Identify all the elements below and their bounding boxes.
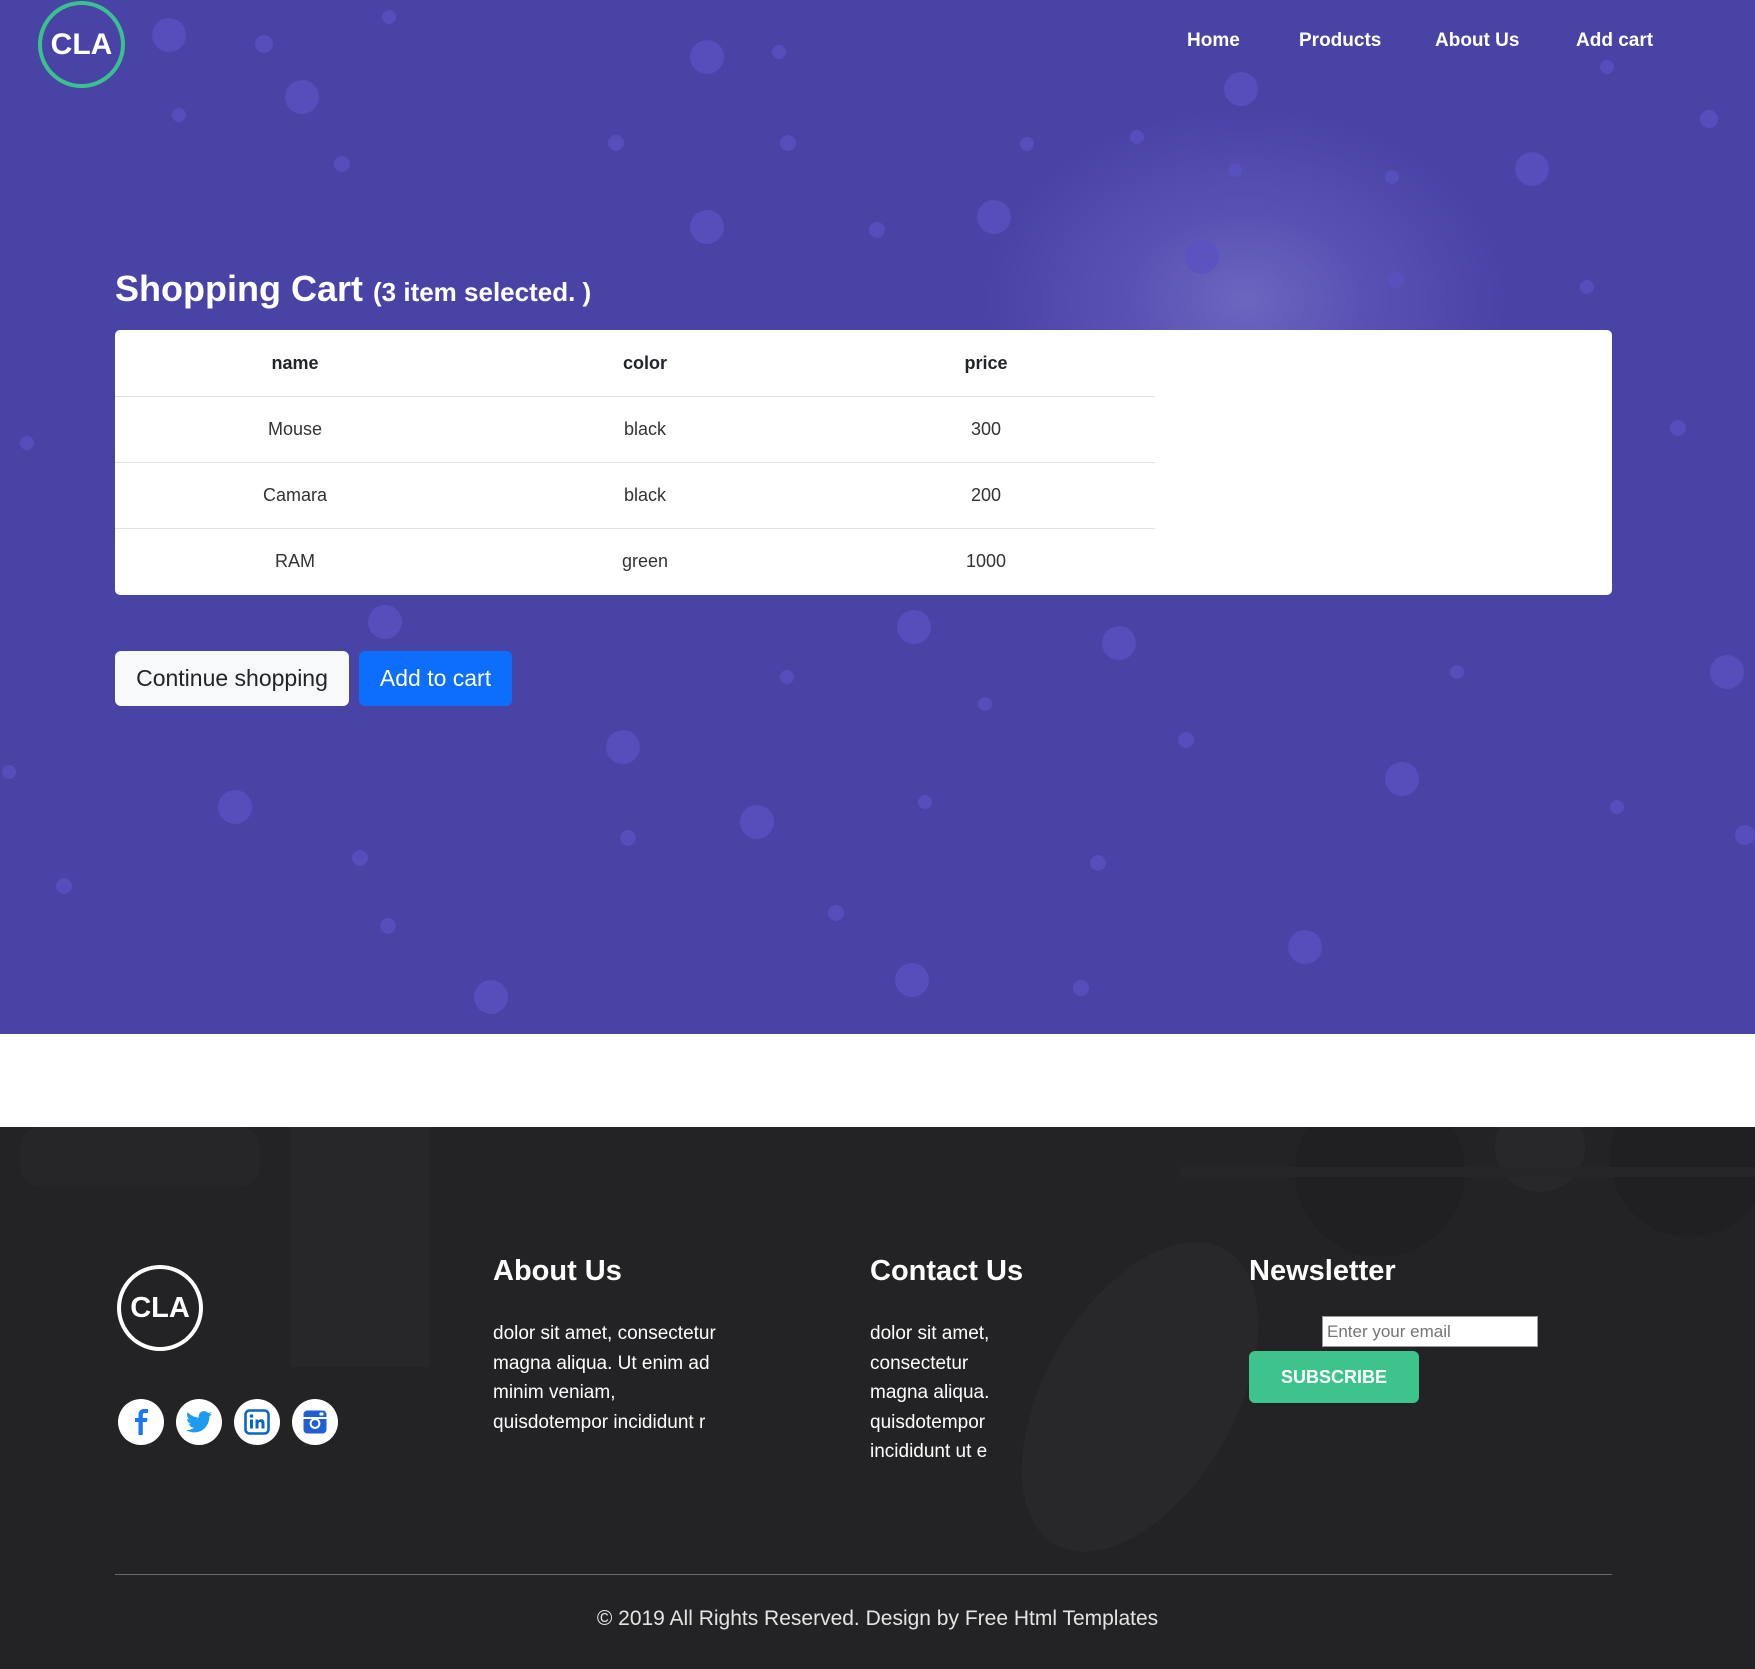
- cell-color: black: [623, 485, 667, 505]
- footer-newsletter-heading: Newsletter: [1249, 1255, 1396, 1287]
- footer-about-text: dolor sit amet, consectetur magna aliqua…: [493, 1319, 716, 1437]
- footer-about-line: minim veniam,: [493, 1382, 616, 1403]
- twitter-icon: [186, 1411, 212, 1433]
- column-header-color: color: [622, 353, 667, 373]
- nav-add-cart-link[interactable]: Add cart: [1576, 30, 1653, 52]
- subscribe-button[interactable]: SUBSCRIBE: [1249, 1351, 1419, 1403]
- table-row: Camara black 200: [115, 462, 1155, 529]
- page-title: Shopping Cart (3 item selected. ): [115, 268, 591, 310]
- footer-about-heading: About Us: [493, 1255, 622, 1287]
- continue-shopping-button[interactable]: Continue shopping: [115, 651, 349, 706]
- cell-name: Mouse: [267, 419, 323, 439]
- column-header-price: price: [964, 353, 1008, 373]
- cell-color: green: [621, 551, 669, 571]
- cart-title-text: Shopping Cart: [115, 268, 363, 309]
- nav-home-link[interactable]: Home: [1187, 30, 1240, 52]
- footer-about-line: magna aliqua. Ut enim ad: [493, 1352, 710, 1374]
- cell-color: black: [623, 419, 667, 439]
- add-to-cart-button[interactable]: Add to cart: [359, 651, 512, 706]
- linkedin-icon: [244, 1409, 270, 1435]
- copyright-text: © 2019 All Rights Reserved. Design by Fr…: [596, 1607, 1159, 1630]
- table-row: Mouse black 300: [115, 396, 1155, 463]
- newsletter-email-input[interactable]: [1322, 1316, 1538, 1347]
- main-nav: Home Products About Us Add cart: [0, 30, 1755, 60]
- footer-contact-line: dolor sit amet,: [870, 1323, 990, 1344]
- selected-count-note: (3 item selected. ): [373, 277, 592, 307]
- linkedin-link[interactable]: [234, 1399, 280, 1445]
- instagram-link[interactable]: [292, 1399, 338, 1445]
- facebook-link[interactable]: [118, 1399, 164, 1445]
- footer-contact-text: dolor sit amet, consectetur magna aliqua…: [870, 1319, 989, 1467]
- facebook-icon: [135, 1409, 148, 1435]
- column-header-name: name: [271, 353, 319, 373]
- cell-price: 1000: [965, 551, 1007, 571]
- footer-divider: [115, 1574, 1612, 1575]
- site-footer: CLA About Us dolor sit amet, consectetur: [0, 1127, 1755, 1669]
- cart-table: name color price Mouse black 300 Camara …: [115, 330, 1612, 595]
- footer-about-line: dolor sit amet, consectetur: [493, 1323, 716, 1344]
- footer-logo-text: CLA: [130, 1291, 190, 1324]
- footer-contact-line: incididunt ut e: [870, 1441, 988, 1462]
- table-row: RAM green 1000: [115, 528, 1155, 594]
- cell-price: 300: [970, 419, 1002, 439]
- table-header-row: name color price: [115, 330, 1155, 397]
- footer-logo[interactable]: CLA: [117, 1265, 203, 1351]
- footer-contact-line: magna aliqua.: [870, 1382, 990, 1403]
- nav-products-link[interactable]: Products: [1299, 30, 1381, 52]
- cell-price: 200: [970, 485, 1002, 505]
- cell-name: Camara: [262, 485, 328, 505]
- instagram-icon: [303, 1410, 327, 1434]
- cell-name: RAM: [275, 551, 315, 571]
- footer-contact-line: consectetur: [870, 1352, 969, 1374]
- twitter-link[interactable]: [176, 1399, 222, 1445]
- nav-about-link[interactable]: About Us: [1435, 30, 1519, 52]
- footer-contact-line: quisdotempor: [870, 1411, 986, 1433]
- footer-contact-heading: Contact Us: [870, 1255, 1024, 1287]
- footer-about-line: quisdotempor incididunt r: [493, 1411, 706, 1433]
